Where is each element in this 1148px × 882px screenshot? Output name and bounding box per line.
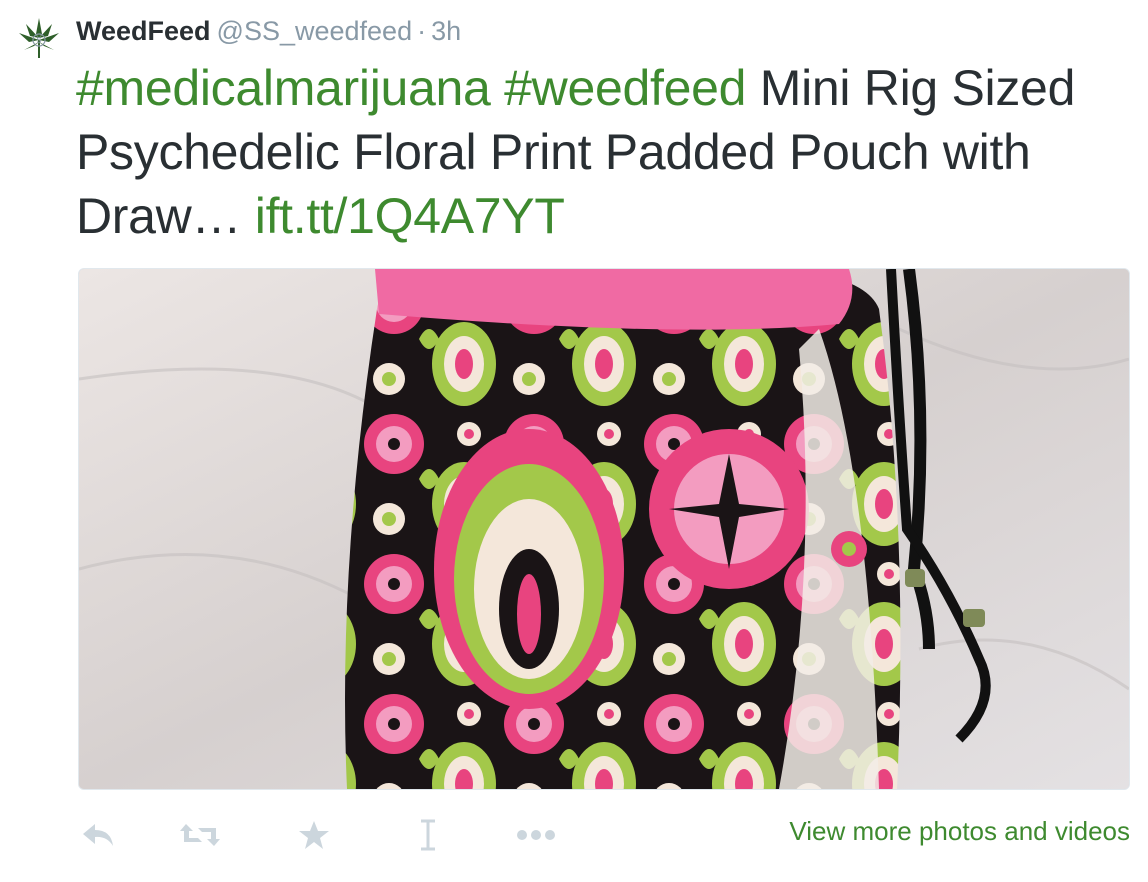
tweet-header: WeedFeed @SS_weedfeed · 3h — [76, 14, 461, 48]
svg-text:$: $ — [37, 36, 42, 45]
reply-button[interactable] — [76, 810, 120, 860]
hashtag-medicalmarijuana[interactable]: #medicalmarijuana — [76, 60, 491, 116]
view-more-photos-link[interactable]: View more photos and videos — [789, 816, 1130, 847]
tweet-text: #medicalmarijuana #weedfeed Mini Rig Siz… — [76, 56, 1136, 248]
tweet-link[interactable]: ift.tt/1Q4A7YT — [255, 188, 565, 244]
timestamp[interactable]: 3h — [431, 16, 461, 46]
pouch-photo-image — [79, 269, 1129, 789]
tweet-photo[interactable] — [78, 268, 1130, 790]
avatar[interactable]: $ — [16, 16, 62, 62]
retweet-icon — [180, 824, 220, 846]
text-cursor-button[interactable] — [406, 810, 450, 860]
separator-dot: · — [417, 16, 427, 46]
display-name[interactable]: WeedFeed — [76, 16, 211, 46]
more-button[interactable] — [514, 810, 558, 860]
retweet-button[interactable] — [178, 810, 222, 860]
cursor-icon — [421, 819, 435, 851]
user-handle[interactable]: @SS_weedfeed — [217, 16, 413, 46]
favorite-button[interactable] — [292, 810, 336, 860]
more-icon — [517, 830, 555, 840]
reply-icon — [83, 824, 113, 846]
favorite-icon — [299, 821, 329, 849]
hashtag-weedfeed[interactable]: #weedfeed — [504, 60, 746, 116]
